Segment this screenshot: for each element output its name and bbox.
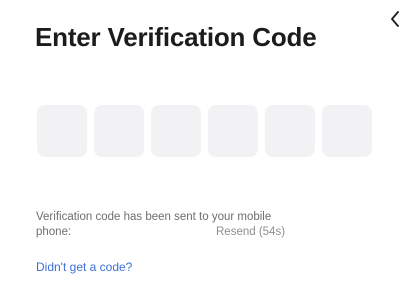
code-digit-box-2[interactable]	[94, 105, 144, 157]
code-digit-box-6[interactable]	[322, 105, 372, 157]
back-button[interactable]	[386, 8, 404, 30]
code-input-group	[37, 105, 372, 157]
code-sent-line-2: phone: Resend (54s)	[36, 225, 376, 240]
didnt-get-code-link[interactable]: Didn't get a code?	[36, 260, 132, 274]
code-sent-message: Verification code has been sent to your …	[36, 210, 376, 240]
verification-screen: Enter Verification Code Verification cod…	[0, 0, 405, 306]
phone-label: phone:	[36, 226, 72, 238]
code-digit-box-3[interactable]	[151, 105, 201, 157]
chevron-left-icon	[391, 11, 399, 27]
code-digit-box-4[interactable]	[208, 105, 258, 157]
page-title: Enter Verification Code	[35, 22, 317, 52]
resend-button[interactable]: Resend (54s)	[216, 225, 285, 240]
code-sent-text: Verification code has been sent to your …	[36, 211, 272, 223]
code-digit-box-1[interactable]	[37, 105, 87, 157]
code-digit-box-5[interactable]	[265, 105, 315, 157]
